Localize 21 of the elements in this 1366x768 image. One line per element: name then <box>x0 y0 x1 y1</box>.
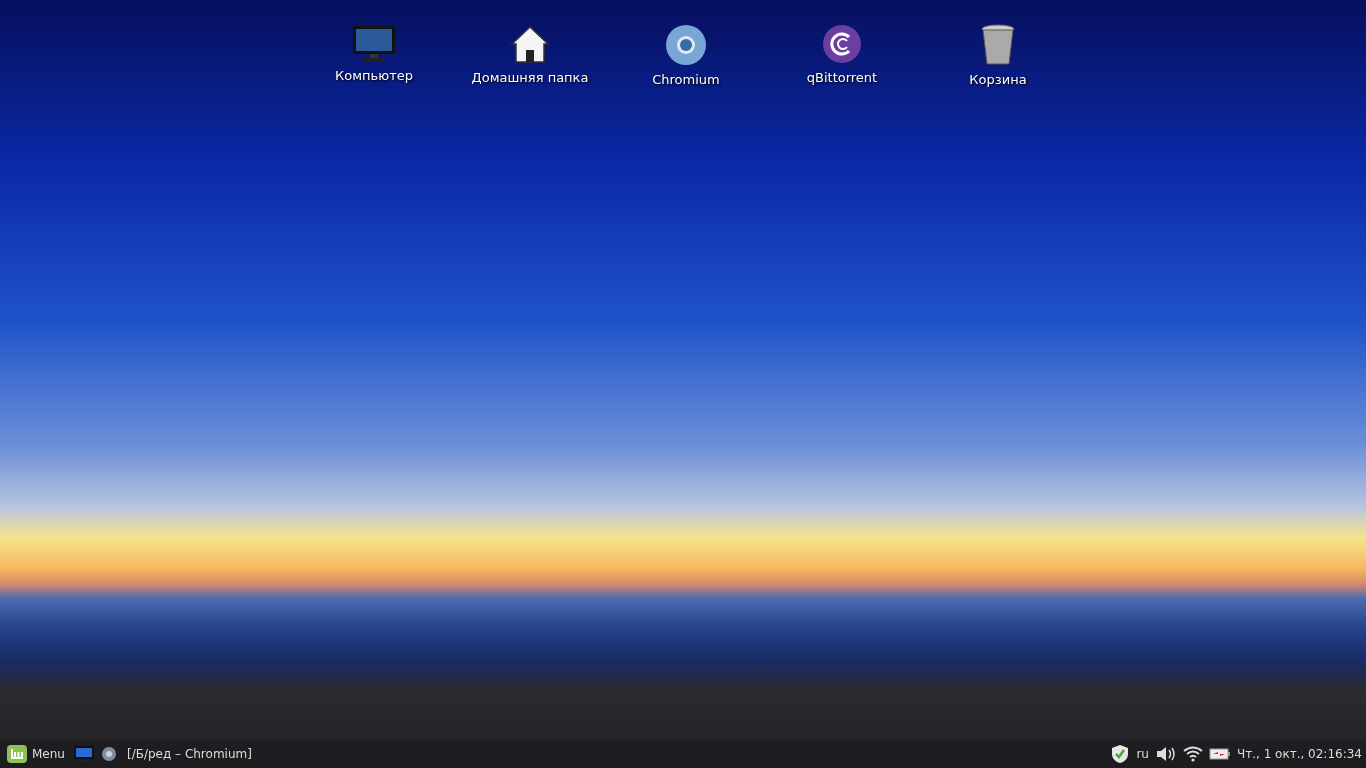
desktop-icon-label[interactable]: Домашняя папка <box>471 70 589 85</box>
desktop-icon-label[interactable]: qBittorrent <box>806 70 878 85</box>
desktop-icon-label[interactable]: Chromium <box>652 72 720 87</box>
monitor-icon <box>352 24 396 62</box>
wifi-icon[interactable] <box>1182 745 1203 763</box>
browser-icon <box>100 746 117 762</box>
desktop-icon-label[interactable]: Компьютер <box>335 68 413 83</box>
house-icon <box>510 24 550 64</box>
keyboard-layout[interactable]: ru <box>1136 747 1149 761</box>
logo-icon <box>6 744 28 764</box>
shield-check-icon[interactable] <box>1110 744 1131 764</box>
trash-icon <box>981 24 1015 66</box>
desktop-icon-label[interactable]: Корзина <box>969 72 1027 87</box>
battery-icon[interactable] <box>1208 747 1231 761</box>
clock[interactable]: Чт., 1 окт., 02:16:34 <box>1236 747 1362 761</box>
browser-icon <box>665 24 707 66</box>
menu-button[interactable]: Menu <box>4 744 67 764</box>
volume-icon[interactable] <box>1154 745 1177 763</box>
window-button[interactable]: [/Б/ред – Chromium] <box>122 747 256 761</box>
torrent-icon <box>822 24 862 64</box>
browser-launcher[interactable] <box>100 746 117 762</box>
